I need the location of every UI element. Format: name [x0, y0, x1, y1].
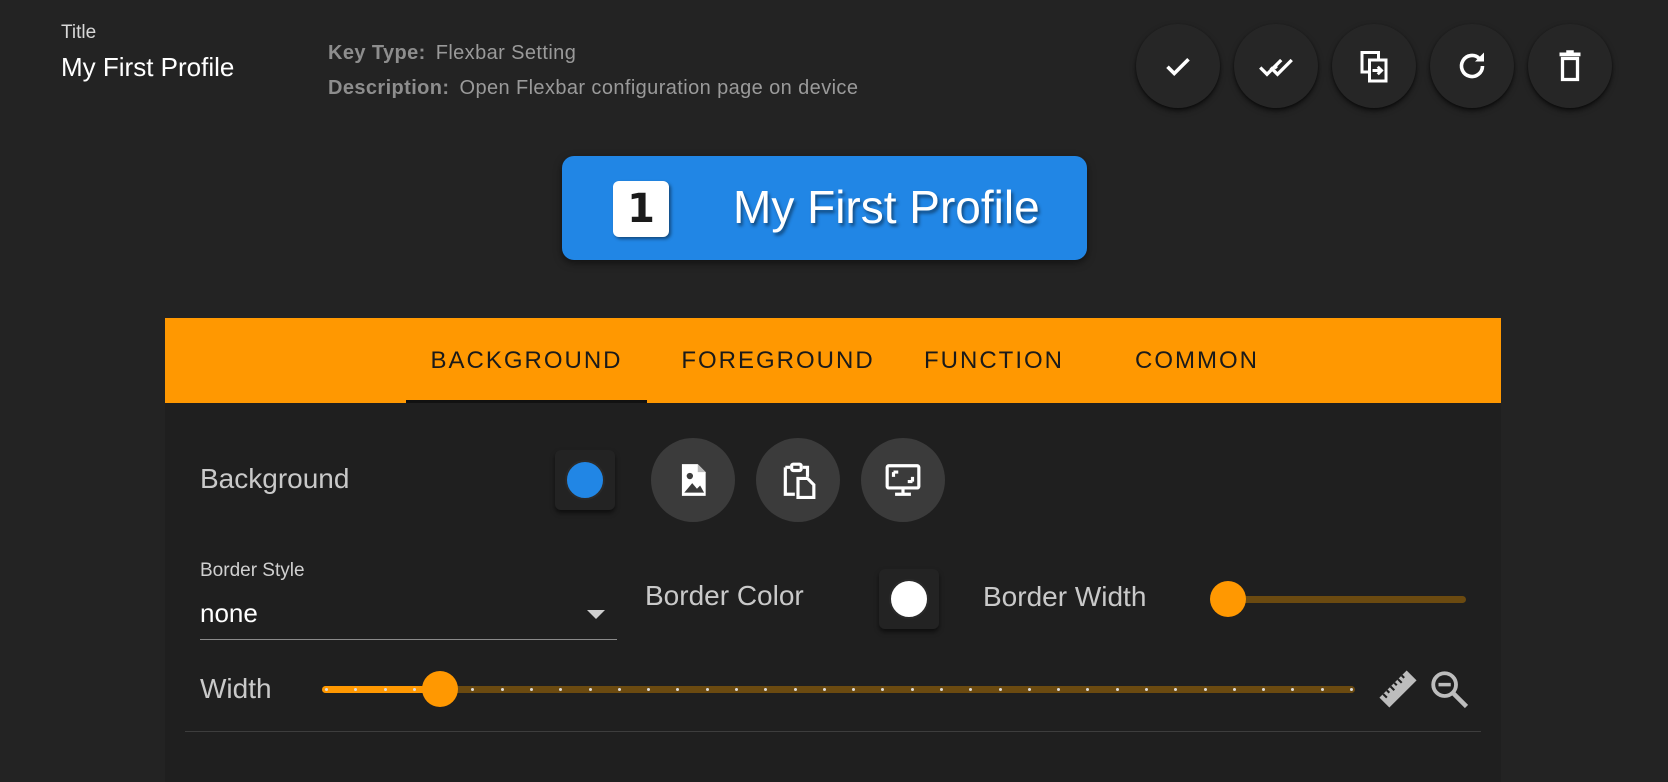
description-value: Open Flexbar configuration page on devic… — [459, 77, 859, 99]
border-width-thumb[interactable] — [1210, 581, 1246, 617]
chevron-down-icon — [587, 610, 605, 619]
width-slider-tick — [1115, 688, 1119, 691]
choose-image-button[interactable] — [651, 438, 735, 522]
refresh-icon — [1459, 52, 1485, 79]
width-slider-tick — [617, 688, 621, 691]
key-preview: 1 My First Profile — [562, 156, 1087, 260]
width-slider-tick — [1350, 688, 1353, 691]
ruler-icon[interactable] — [1377, 668, 1419, 710]
width-slider-tick — [822, 688, 826, 691]
width-slider-tick — [588, 688, 592, 691]
border-color-swatch — [889, 579, 929, 619]
key-meta: Key Type: Flexbar Setting Description: O… — [328, 36, 858, 106]
preview-label: My First Profile — [733, 181, 1040, 233]
key-type-value: Flexbar Setting — [435, 42, 577, 64]
width-slider-tick — [1291, 688, 1295, 691]
copy-icon — [1360, 51, 1388, 83]
description-row: Description: Open Flexbar configuration … — [328, 71, 858, 106]
profile-title: My First Profile — [61, 52, 235, 82]
width-slider-tick — [1145, 688, 1148, 691]
width-slider-tick — [1174, 688, 1178, 691]
width-slider-tick — [1232, 688, 1236, 691]
width-slider-tick — [1086, 688, 1090, 691]
key-type-row: Key Type: Flexbar Setting — [328, 36, 858, 71]
border-width-label: Border Width — [983, 581, 1147, 612]
action-toolbar — [1136, 24, 1612, 108]
tab-bar: BACKGROUND FOREGROUND FUNCTION COMMON — [165, 318, 1501, 403]
width-slider-tick — [1262, 688, 1266, 691]
divider — [185, 731, 1481, 732]
width-label: Width — [200, 673, 272, 704]
tab-background[interactable]: BACKGROUND — [406, 318, 647, 403]
width-slider-tick — [559, 688, 563, 691]
width-slider-tick — [852, 688, 856, 691]
border-color-label: Border Color — [645, 580, 804, 611]
width-slider-tick — [793, 688, 797, 691]
description-label: Description: — [328, 77, 450, 99]
paste-image-button[interactable] — [756, 438, 840, 522]
width-slider-tick — [735, 688, 738, 691]
width-slider-tick — [471, 688, 475, 691]
settings-panel: BACKGROUND FOREGROUND FUNCTION COMMON Ba… — [165, 318, 1501, 782]
width-slider-tick — [998, 688, 1002, 691]
width-slider-tick — [1320, 688, 1324, 691]
width-slider-tick — [325, 688, 328, 691]
background-label: Background — [200, 463, 350, 494]
tab-function[interactable]: FUNCTION — [908, 318, 1080, 403]
double-check-icon — [1259, 58, 1293, 77]
apply-all-button[interactable] — [1234, 24, 1318, 108]
background-color-picker[interactable] — [555, 450, 615, 510]
width-thumb[interactable] — [421, 671, 458, 707]
delete-button[interactable] — [1528, 24, 1612, 108]
profile-number-badge: 1 — [613, 181, 669, 237]
trash-icon — [1559, 50, 1581, 82]
key-type-label: Key Type: — [328, 42, 426, 64]
border-style-select[interactable]: Border Style none — [200, 558, 617, 640]
paste-icon — [783, 462, 816, 499]
border-style-label: Border Style — [200, 560, 305, 581]
image-file-icon — [681, 464, 706, 496]
width-slider-tick — [530, 688, 533, 691]
border-style-value: none — [200, 598, 258, 628]
zoom-out-icon[interactable] — [1428, 668, 1470, 710]
border-color-picker[interactable] — [879, 569, 939, 629]
width-slider-tick — [647, 688, 651, 691]
width-slider-tick — [1027, 688, 1031, 691]
tab-common[interactable]: COMMON — [1101, 318, 1293, 403]
title-block: Title My First Profile — [61, 22, 234, 83]
width-slider-tick — [1203, 688, 1207, 691]
width-slider-tick — [500, 688, 504, 691]
border-width-slider[interactable] — [1210, 581, 1466, 617]
width-slider-tick — [705, 688, 709, 691]
width-slider-tick — [1057, 688, 1061, 691]
screen-capture-button[interactable] — [861, 438, 945, 522]
width-slider-tick — [969, 688, 973, 691]
width-slider-tick — [412, 688, 416, 691]
screen-icon — [885, 464, 921, 496]
apply-button[interactable] — [1136, 24, 1220, 108]
background-color-swatch — [565, 460, 605, 500]
reset-button[interactable] — [1430, 24, 1514, 108]
check-icon — [1166, 57, 1190, 77]
width-slider-tick — [383, 688, 387, 691]
tab-foreground[interactable]: FOREGROUND — [670, 318, 886, 403]
width-slider-tick — [764, 688, 768, 691]
width-slider[interactable] — [322, 671, 1355, 707]
width-slider-tick — [881, 688, 885, 691]
width-slider-tick — [676, 688, 680, 691]
copy-button[interactable] — [1332, 24, 1416, 108]
width-slider-tick — [910, 688, 914, 691]
width-slider-tick — [940, 688, 943, 691]
title-label: Title — [61, 22, 97, 43]
